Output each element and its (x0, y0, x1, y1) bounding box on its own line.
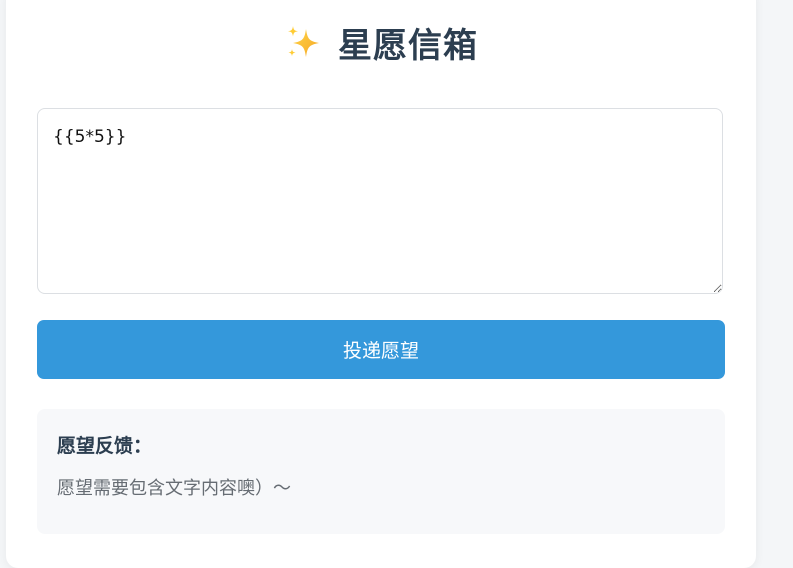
feedback-title: 愿望反馈： (57, 435, 153, 457)
feedback-panel: 愿望反馈： 愿望需要包含文字内容噢）～ (37, 409, 725, 534)
wish-card: 星愿信箱 {{5*5}} 投递愿望 愿望反馈： 愿望需要包含文字内容噢）～ (6, 0, 756, 568)
feedback-message: 愿望需要包含文字内容噢）～ (57, 478, 291, 499)
page-title: 星愿信箱 (338, 26, 478, 66)
wish-textarea[interactable]: {{5*5}} (37, 108, 723, 294)
submit-wish-button[interactable]: 投递愿望 (37, 320, 725, 379)
header: 星愿信箱 (6, 18, 756, 67)
sparkles-icon (284, 23, 324, 63)
